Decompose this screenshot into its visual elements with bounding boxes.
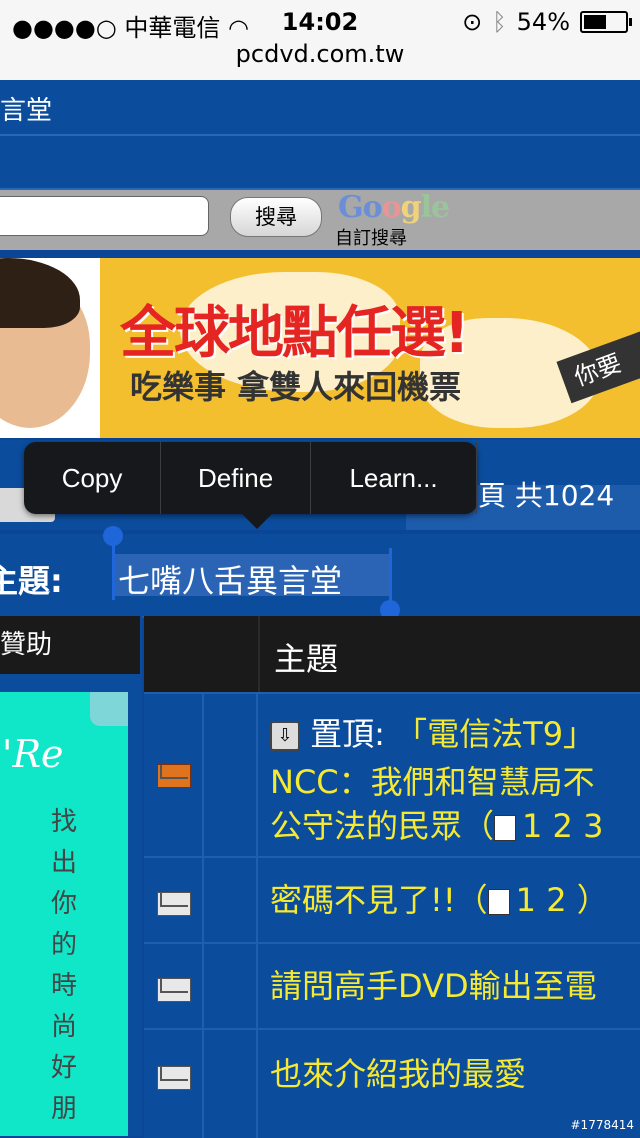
define-menu-item[interactable]: Define (161, 442, 312, 514)
status-bar: ●●●●○ 中華電信 ◠ 14:02 ⊙ ᛒ 54% pcdvd.com.tw (0, 0, 640, 80)
page-links[interactable]: 1 2 3 (522, 807, 603, 845)
copy-menu-item[interactable]: Copy (24, 442, 162, 514)
menu-pointer (242, 514, 272, 529)
forum-subheader (0, 136, 640, 190)
watermark: #1778414 (570, 1118, 635, 1132)
ad-banner[interactable]: 全球地點任選! 吃樂事 拿雙人來回機票 你要 (0, 258, 640, 438)
context-menu: Copy Define Learn... (24, 442, 477, 529)
thread-title[interactable]: 七嘴八舌異言堂 (118, 556, 342, 602)
pagination-text: 頁 共1024 (478, 479, 615, 512)
page-links[interactable]: 1 2 ） (516, 881, 609, 919)
envelope-icon (157, 892, 191, 916)
sidebar-header: 贊助 (0, 616, 140, 674)
url-bar[interactable]: pcdvd.com.tw (0, 40, 640, 68)
battery-icon (580, 11, 632, 33)
ad-logo-text: 'Re (2, 732, 64, 776)
ad-info-icon[interactable] (90, 692, 128, 726)
ad-vertical-text: 找出你的時尚好朋 (50, 807, 77, 1124)
envelope-icon (157, 1066, 191, 1090)
banner-headline: 全球地點任選! (120, 301, 470, 366)
bluetooth-icon: ᛒ (492, 8, 507, 36)
thread-link[interactable]: 密碼不見了!!（ 1 2 ） (270, 878, 609, 923)
status-right: ⊙ ᛒ 54% (462, 8, 632, 36)
thread-link-line2[interactable]: NCC：我們和智慧局不 (270, 760, 595, 805)
thread-table: 主題 ⇩ 置頂: 「電信法T9」 NCC：我們和智慧局不 公守法的民眾（ 1 2 … (144, 616, 640, 1138)
sidebar-ad[interactable]: 'Re 找出你的時尚好朋 (0, 692, 128, 1136)
thread-link[interactable]: 也來介紹我的最愛 (270, 1052, 526, 1097)
custom-search-label: 自訂搜尋 (335, 228, 407, 249)
thread-label: 主題: (0, 562, 63, 600)
table-row[interactable]: 請問高手DVD輸出至電 (144, 942, 640, 1028)
forum-header: 言堂 (0, 80, 640, 136)
sticky-icon: ⇩ (270, 721, 300, 751)
table-row[interactable]: 也來介紹我的最愛 (144, 1028, 640, 1138)
pages-icon (487, 889, 510, 915)
forum-name[interactable]: 言堂 (0, 90, 52, 127)
table-row[interactable]: ⇩ 置頂: 「電信法T9」 NCC：我們和智慧局不 公守法的民眾（ 1 2 3 (144, 692, 640, 858)
google-logo: Google (338, 190, 450, 225)
sidebar: 贊助 'Re 找出你的時尚好朋 (0, 616, 142, 1136)
banner-subline: 吃樂事 拿雙人來回機票 (130, 368, 462, 406)
search-button[interactable]: 搜尋 (230, 197, 322, 237)
table-row[interactable]: 密碼不見了!!（ 1 2 ） (144, 856, 640, 942)
thread-title-row: 主題: 七嘴八舌異言堂 (0, 534, 640, 618)
thread-link-line3[interactable]: 公守法的民眾（ 1 2 3 (270, 804, 603, 849)
learn-menu-item[interactable]: Learn... (311, 442, 477, 514)
selection-start-knob[interactable] (103, 526, 123, 546)
column-header-topic: 主題 (274, 640, 339, 678)
pages-icon (494, 815, 517, 841)
search-bar: 搜尋 Google 自訂搜尋 (0, 190, 640, 250)
thread-link[interactable]: 請問高手DVD輸出至電 (270, 964, 597, 1009)
hot-thread-icon (157, 764, 191, 788)
table-header: 主題 (144, 616, 640, 692)
envelope-icon (157, 978, 191, 1002)
rotation-lock-icon: ⊙ (462, 8, 483, 36)
battery-percent: 54% (516, 8, 570, 36)
search-input[interactable] (0, 196, 209, 236)
thread-link[interactable]: ⇩ 置頂: 「電信法T9」 (270, 712, 595, 757)
